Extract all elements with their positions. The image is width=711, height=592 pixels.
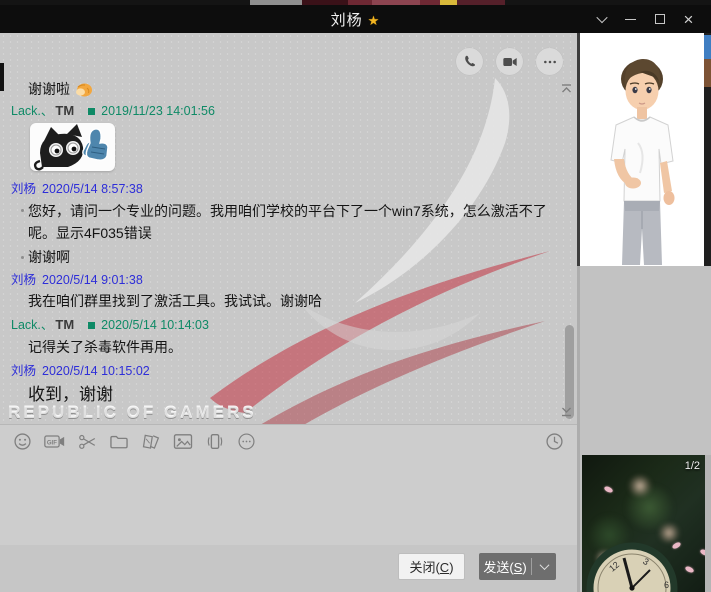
presence-square-icon xyxy=(88,322,95,329)
presence-square-icon xyxy=(88,108,95,115)
page-indicator: 1/2 xyxy=(685,460,700,472)
scroll-up-icon[interactable] xyxy=(560,81,573,99)
rog-logo-watermark xyxy=(150,73,570,424)
button-row: 关闭(C) 发送(S) xyxy=(0,545,577,592)
message-text: 谢谢啦 xyxy=(28,79,93,100)
video-call-icon[interactable] xyxy=(496,48,523,75)
timestamp: 2020/5/14 10:14:03 xyxy=(101,318,209,332)
qq-show-avatar xyxy=(580,33,711,266)
close-icon[interactable]: × xyxy=(674,5,703,33)
message-text: 记得关了杀毒软件再用。 xyxy=(28,337,182,357)
sidebar-right-gap xyxy=(705,455,711,592)
close-button[interactable]: 关闭(C) xyxy=(398,553,465,580)
message-input[interactable] xyxy=(0,458,577,545)
svg-text:6: 6 xyxy=(664,580,669,590)
sender-name: Lack.、 xyxy=(11,104,53,118)
roll-up-icon[interactable] xyxy=(587,5,616,33)
screenshot-icon[interactable] xyxy=(76,431,97,452)
message-text: 您好，请问一个专业的问题。我用咱们学校的平台下了一个win7系统，怎么激活不了呢… xyxy=(28,200,568,244)
message-history-clock-icon[interactable] xyxy=(544,431,565,452)
timestamp: 2020/5/14 10:15:02 xyxy=(42,364,150,378)
sender-badge: TM xyxy=(55,317,74,332)
photo-thumbnail[interactable]: 12 3 6 1/2 xyxy=(582,455,705,592)
message-dot xyxy=(21,256,24,259)
sender-name: 刘杨 xyxy=(11,273,36,287)
emoji-icon[interactable] xyxy=(12,431,33,452)
sender-name: 刘杨 xyxy=(11,182,36,196)
sender-badge: TM xyxy=(55,103,74,118)
sidebar-empty-area xyxy=(580,266,711,455)
message-text: 我在咱们群里找到了激活工具。我试试。谢谢哈 xyxy=(28,291,322,311)
composer-toolbar: GIF xyxy=(0,424,577,458)
black-cat-thumbs-up-sticker xyxy=(30,123,115,171)
gif-label: GIF xyxy=(47,440,57,446)
qq-chat-window: 刘杨 ★ × REPUBLIC OF GAMERS xyxy=(0,0,711,592)
sender-name: 刘杨 xyxy=(11,364,36,378)
send-button[interactable]: 发送(S) xyxy=(479,553,556,580)
timestamp: 2020/5/14 8:57:38 xyxy=(42,182,143,196)
more-actions-icon[interactable] xyxy=(536,48,563,75)
timestamp: 2019/11/23 14:01:56 xyxy=(101,104,215,118)
maximize-icon[interactable] xyxy=(645,5,674,33)
message-dot xyxy=(21,209,24,212)
message-sender-line: 刘杨 2020/5/14 9:01:38 xyxy=(11,269,143,288)
titlebar: 刘杨 ★ × xyxy=(0,5,711,33)
file-icon[interactable] xyxy=(108,431,129,452)
timestamp: 2020/5/14 9:01:38 xyxy=(42,273,143,287)
minimize-icon[interactable] xyxy=(616,5,645,33)
message-sender-line: 刘杨 2020/5/14 8:57:38 xyxy=(11,178,143,197)
sidebar: 12 3 6 1/2 xyxy=(580,33,711,592)
fist-bump-emoji-icon xyxy=(74,82,93,100)
sidebar-scrollbar[interactable] xyxy=(704,33,711,266)
scroll-to-bottom-icon[interactable] xyxy=(560,405,573,423)
republic-of-gamers-watermark: REPUBLIC OF GAMERS xyxy=(8,403,257,423)
message-sender-line: Lack.、TM 2020/5/14 10:14:03 xyxy=(11,314,209,333)
voice-call-icon[interactable] xyxy=(456,48,483,75)
pocket-watch: 12 3 6 xyxy=(584,536,684,592)
window-shake-icon[interactable] xyxy=(204,431,225,452)
sender-name: Lack.、 xyxy=(11,318,53,332)
message-text: 谢谢啊 xyxy=(28,247,70,267)
message-history-panel[interactable]: REPUBLIC OF GAMERS 谢谢啦 xyxy=(0,33,577,424)
contact-name: 刘杨 xyxy=(331,12,363,29)
message-text: 收到，谢谢 xyxy=(28,380,113,405)
more-icon[interactable] xyxy=(236,431,257,452)
image-icon[interactable] xyxy=(172,431,193,452)
message-sender-line: Lack.、TM 2019/11/23 14:01:56 xyxy=(11,100,215,119)
background-window-notch xyxy=(0,63,4,91)
send-options-chevron-icon[interactable] xyxy=(532,563,556,570)
screen-share-icon[interactable] xyxy=(140,431,161,452)
vip-star-icon: ★ xyxy=(368,13,381,28)
gif-icon[interactable]: GIF xyxy=(44,431,65,452)
message-sender-line: 刘杨 2020/5/14 10:15:02 xyxy=(11,360,150,379)
